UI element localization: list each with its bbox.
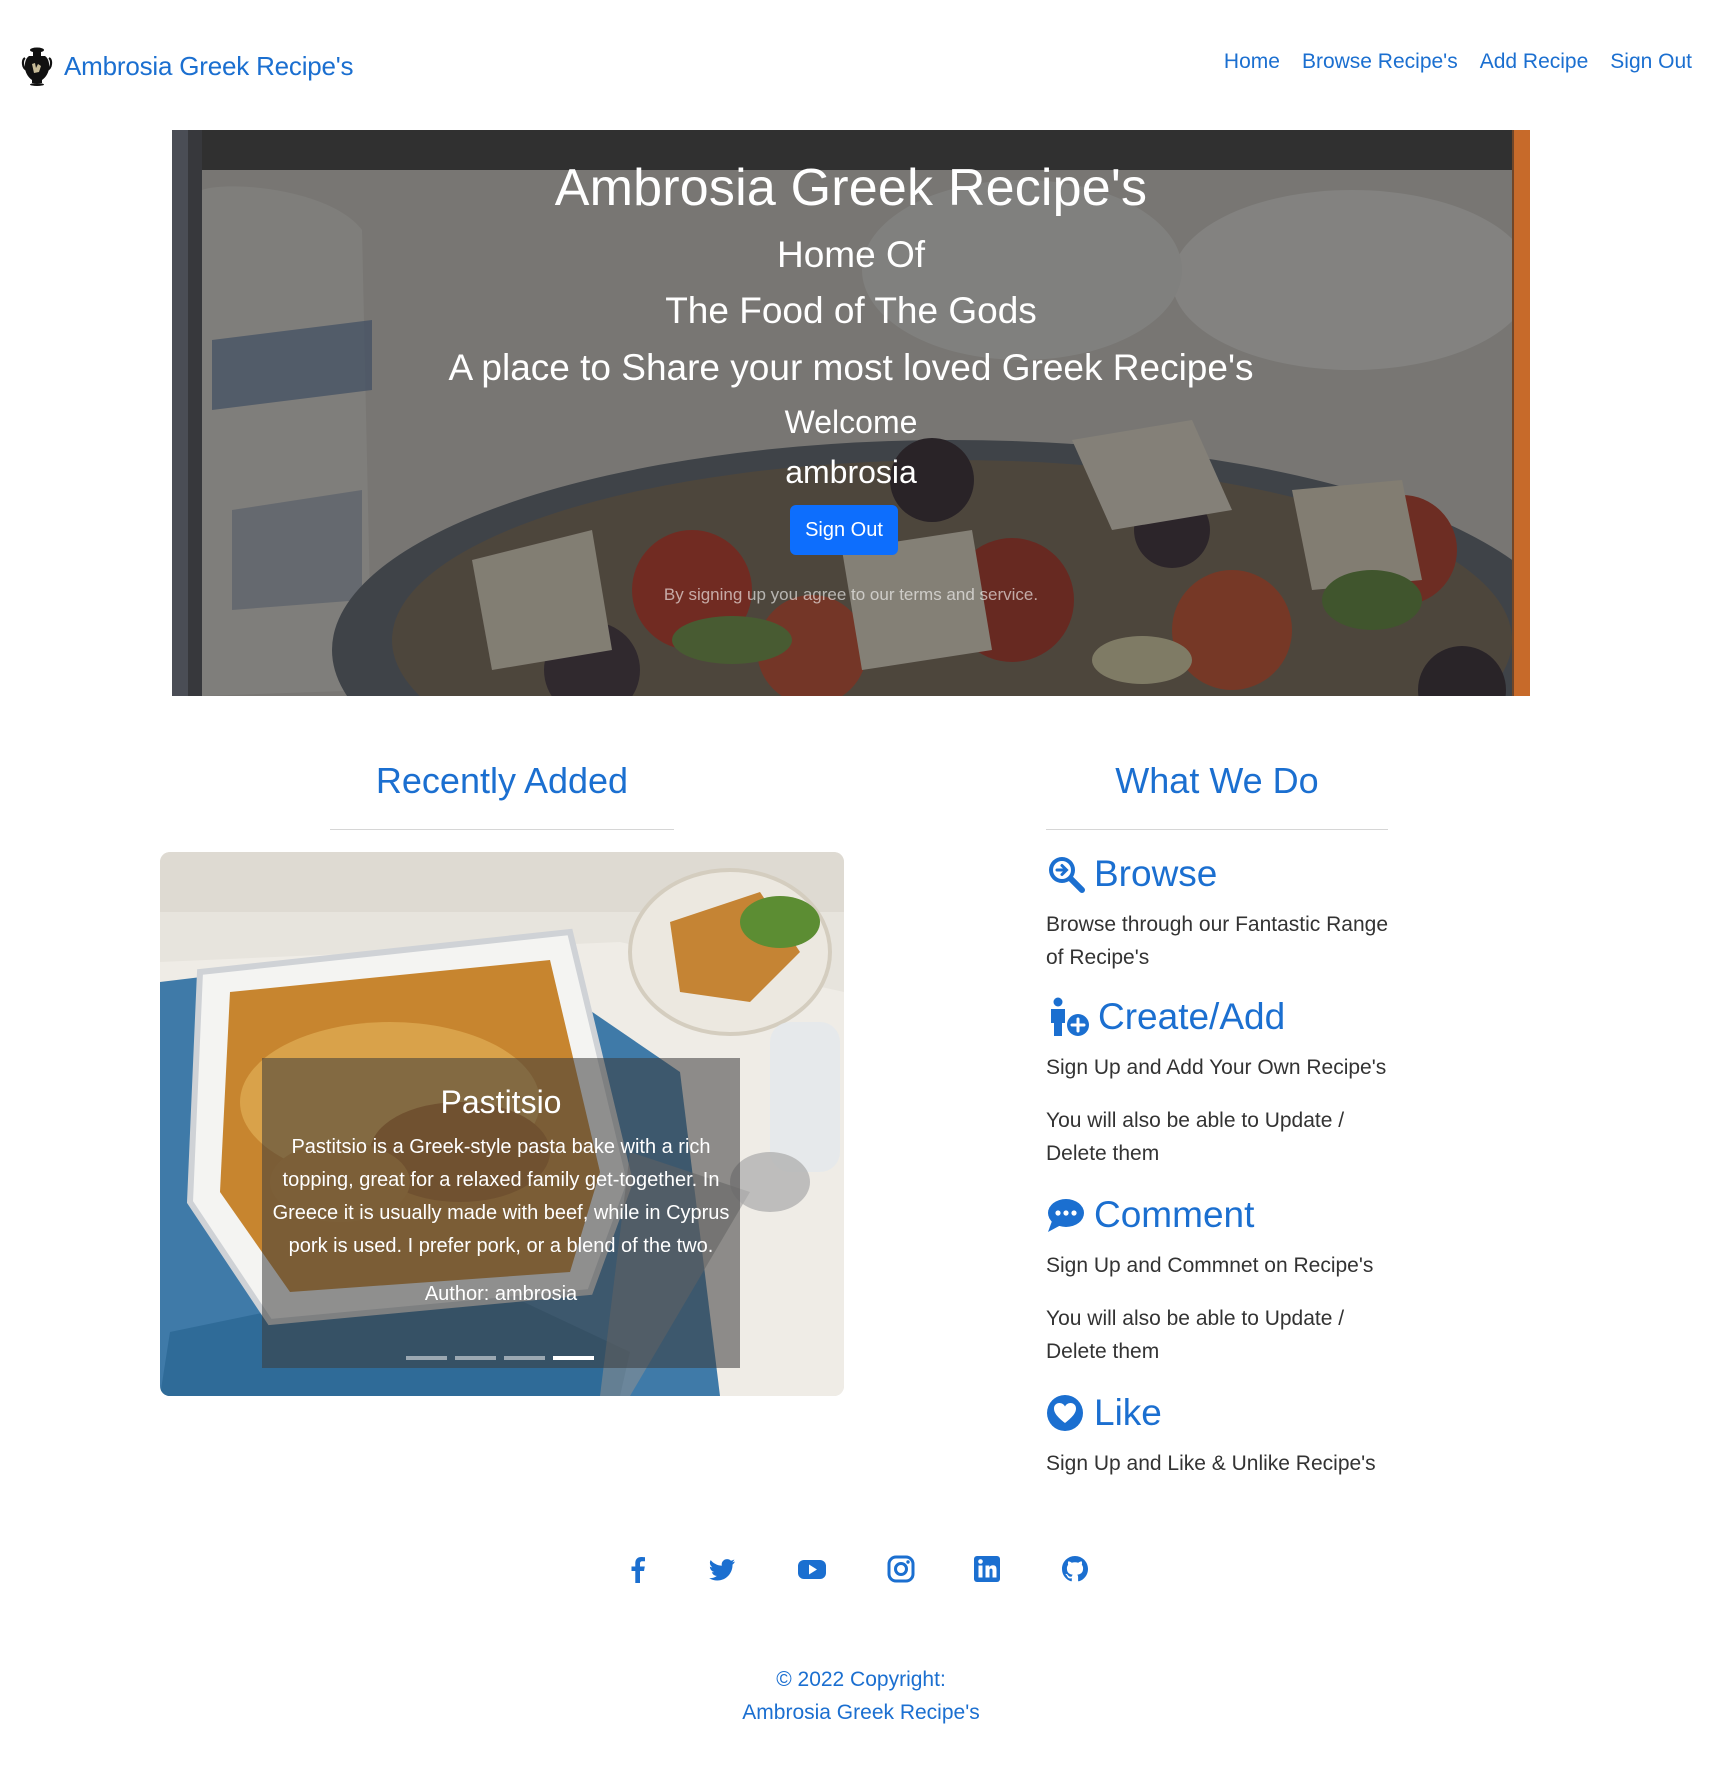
nav-sign-out-link[interactable]: Sign Out — [1610, 50, 1692, 74]
feature-like-text: Sign Up and Like & Unlike Recipe's — [1046, 1452, 1376, 1475]
feature-comment-text-2: You will also be able to Update / Delete… — [1046, 1307, 1345, 1363]
github-icon[interactable] — [1060, 1554, 1090, 1584]
person-plus-icon — [1051, 997, 1089, 1036]
amphora-logo-icon — [21, 47, 53, 86]
hero-sign-out-button[interactable]: Sign Out — [790, 505, 898, 555]
hero-line-home-of: Home Of — [776, 234, 926, 275]
feature-create: Create/Add Sign Up and Add Your Own Reci… — [1046, 995, 1406, 1170]
recently-added-heading: Recently Added — [375, 760, 629, 801]
comment-dots-icon — [1048, 1199, 1084, 1232]
hero-title: Ambrosia Greek Recipe's — [554, 159, 1148, 217]
carousel-indicator-3[interactable] — [504, 1356, 545, 1360]
linkedin-icon[interactable] — [972, 1554, 1002, 1584]
what-we-do-heading: What We Do — [1115, 760, 1319, 801]
nav-add-recipe-link[interactable]: Add Recipe — [1480, 50, 1589, 74]
nav-links: Home Browse Recipe's Add Recipe Sign Out — [1224, 50, 1692, 74]
hero-welcome: Welcome — [784, 404, 918, 440]
feature-like-title: Like — [1094, 1392, 1162, 1433]
what-we-do-divider — [1046, 829, 1388, 830]
feature-comment-title: Comment — [1094, 1194, 1255, 1235]
feature-browse-title: Browse — [1094, 853, 1218, 894]
brand-text: Ambrosia Greek Recipe's — [64, 50, 354, 81]
carousel-indicators — [406, 1356, 594, 1360]
recipe-author: Author: ambrosia — [424, 1283, 578, 1305]
youtube-icon[interactable] — [797, 1554, 827, 1584]
heart-circle-icon — [1047, 1395, 1083, 1431]
nav-home-link[interactable]: Home — [1224, 50, 1280, 74]
navbar: Ambrosia Greek Recipe's Home Browse Reci… — [0, 0, 1722, 130]
carousel-caption: Pastitsio Pastitsio is a Greek-style pas… — [262, 1058, 740, 1368]
recipe-title: Pastitsio — [440, 1084, 562, 1120]
recipe-description: Pastitsio is a Greek-style pasta bake wi… — [272, 1136, 730, 1257]
footer-copyright: © 2022 Copyright: — [776, 1668, 946, 1691]
hero-banner: Ambrosia Greek Recipe's Home Of The Food… — [172, 130, 1530, 696]
brand-link[interactable]: Ambrosia Greek Recipe's — [20, 46, 354, 86]
facebook-icon[interactable] — [623, 1554, 653, 1584]
feature-create-text-2: You will also be able to Update / Delete… — [1046, 1109, 1345, 1165]
search-arrow-icon — [1049, 857, 1085, 893]
hero-line-food-of-gods: The Food of The Gods — [665, 290, 1037, 331]
hero-username: ambrosia — [785, 454, 917, 490]
feature-like: Like Sign Up and Like & Unlike Recipe's — [1046, 1391, 1406, 1480]
feature-browse-text: Browse through our Fantastic Range of Re… — [1046, 913, 1389, 969]
feature-browse: Browse Browse through our Fantastic Rang… — [1046, 852, 1406, 974]
feature-create-title: Create/Add — [1098, 996, 1286, 1037]
instagram-icon[interactable] — [886, 1554, 916, 1584]
carousel-indicator-1[interactable] — [406, 1356, 447, 1360]
recently-added-divider — [330, 829, 674, 830]
feature-create-text: Sign Up and Add Your Own Recipe's — [1046, 1056, 1387, 1079]
recipe-carousel[interactable]: Pastitsio Pastitsio is a Greek-style pas… — [160, 852, 844, 1396]
nav-browse-link[interactable]: Browse Recipe's — [1302, 50, 1458, 74]
hero-line-tagline: A place to Share your most loved Greek R… — [448, 347, 1254, 388]
footer-site-link[interactable]: Ambrosia Greek Recipe's — [0, 1701, 1722, 1725]
hero-content: Ambrosia Greek Recipe's Home Of The Food… — [172, 130, 1530, 696]
twitter-icon[interactable] — [707, 1554, 737, 1584]
feature-comment-text: Sign Up and Commnet on Recipe's — [1046, 1254, 1374, 1277]
carousel-indicator-2[interactable] — [455, 1356, 496, 1360]
feature-comment: Comment Sign Up and Commnet on Recipe's … — [1046, 1193, 1406, 1368]
carousel-indicator-4[interactable] — [553, 1356, 594, 1360]
hero-terms-note: By signing up you agree to our terms and… — [663, 585, 1039, 604]
